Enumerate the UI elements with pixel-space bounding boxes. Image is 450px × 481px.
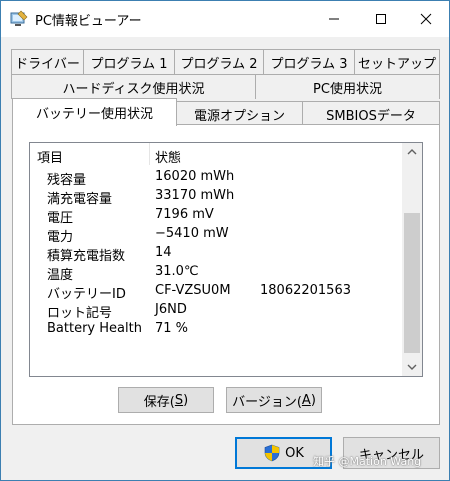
list-item-key: 電力	[47, 230, 74, 245]
list-item-key: バッテリーID	[47, 287, 126, 302]
list-item-key: ロット記号	[47, 306, 113, 321]
save-button[interactable]: 保存(S)	[118, 387, 214, 413]
list-item-key: 残容量	[47, 173, 87, 188]
pc-info-viewer-window: PC情報ビューアー ドライバー プログラム 1 プログラム 2 プログラム 3 …	[0, 0, 450, 481]
minimize-icon	[329, 18, 339, 20]
uac-shield-icon	[264, 444, 280, 462]
list-item[interactable]: 積算充電指数 14	[30, 244, 402, 264]
version-button[interactable]: バージョン(A)	[226, 387, 322, 413]
list-item[interactable]: ロット記号 J6ND	[30, 301, 402, 321]
tab-hard-disk-usage[interactable]: ハードディスク使用状況	[11, 74, 256, 99]
tab-pc-usage[interactable]: PC使用状況	[255, 74, 440, 99]
list-item-value: CF-VZSU0M	[155, 283, 231, 298]
watermark-text: 知乎 @Mation Wang	[313, 455, 422, 468]
close-button[interactable]	[403, 1, 449, 37]
list-item-key: 積算充電指数	[47, 249, 126, 264]
scroll-up-button[interactable]	[402, 143, 422, 161]
list-item-value: −5410 mW	[155, 226, 229, 241]
list-item[interactable]: 温度 31.0℃	[30, 263, 402, 283]
version-label: バージョン(	[232, 394, 302, 410]
list-item-key: Battery Health	[47, 321, 142, 336]
list-item-value: 33170 mWh	[155, 188, 235, 203]
list-item-extra-value: 18062201563	[260, 283, 351, 298]
title-bar[interactable]: PC情報ビューアー	[1, 1, 449, 37]
battery-usage-panel: 項目 状態 残容量 16020 mWh 満充電容量 33170 mWh 電圧 7…	[12, 124, 440, 425]
tab-program-3[interactable]: プログラム 3	[263, 49, 355, 74]
app-icon	[10, 10, 28, 26]
list-item[interactable]: Battery Health 71 %	[30, 320, 402, 339]
maximize-button[interactable]	[358, 1, 404, 37]
chevron-down-icon	[407, 364, 417, 370]
tab-power-options[interactable]: 電源オプション	[176, 101, 303, 126]
save-label-close: )	[183, 392, 189, 408]
list-item-value: 71 %	[155, 321, 189, 336]
list-item-value: J6ND	[155, 302, 187, 317]
list-item[interactable]: 電圧 7196 mV	[30, 206, 402, 226]
chevron-up-icon	[407, 149, 417, 155]
version-accesskey: A	[301, 392, 311, 408]
window-title: PC情報ビューアー	[35, 14, 142, 29]
list-item-key: 満充電容量	[47, 192, 113, 207]
close-icon	[420, 13, 432, 25]
column-separator[interactable]	[149, 143, 150, 165]
tab-program-2[interactable]: プログラム 2	[174, 49, 264, 74]
list-item[interactable]: バッテリーID CF-VZSU0M 18062201563	[30, 282, 402, 302]
maximize-icon	[376, 14, 386, 24]
list-item-value: 16020 mWh	[155, 169, 235, 184]
list-item-value: 14	[155, 245, 172, 260]
ok-label: OK	[285, 445, 304, 461]
minimize-button[interactable]	[311, 1, 357, 37]
list-item[interactable]: 残容量 16020 mWh	[30, 168, 402, 188]
list-item-value: 31.0℃	[155, 264, 199, 279]
list-item-value: 7196 mV	[155, 207, 214, 222]
list-item[interactable]: 満充電容量 33170 mWh	[30, 187, 402, 207]
scroll-down-button[interactable]	[402, 358, 422, 376]
tab-program-1[interactable]: プログラム 1	[83, 49, 175, 74]
save-accesskey: S	[174, 392, 184, 408]
version-label-close: )	[310, 392, 316, 408]
vertical-scrollbar[interactable]	[402, 143, 422, 376]
tab-smbios-data[interactable]: SMBIOSデータ	[302, 101, 440, 126]
tab-driver[interactable]: ドライバー	[11, 49, 84, 74]
tab-setup[interactable]: セットアップ	[354, 49, 440, 74]
save-label: 保存(	[143, 394, 175, 410]
battery-info-list[interactable]: 項目 状態 残容量 16020 mWh 満充電容量 33170 mWh 電圧 7…	[29, 142, 423, 377]
list-item[interactable]: 電力 −5410 mW	[30, 225, 402, 245]
tab-battery-usage[interactable]: バッテリー使用状況	[12, 98, 177, 126]
column-header-item[interactable]: 項目	[37, 147, 63, 166]
list-item-key: 電圧	[47, 211, 74, 226]
list-item-key: 温度	[47, 268, 74, 283]
column-header-status[interactable]: 状態	[155, 147, 181, 166]
scrollbar-thumb[interactable]	[404, 213, 420, 353]
